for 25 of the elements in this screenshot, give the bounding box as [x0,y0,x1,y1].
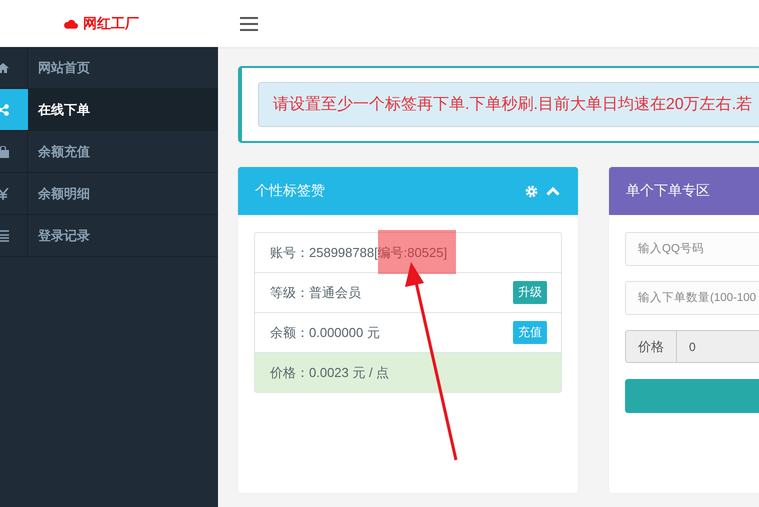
sidebar-item[interactable]: 余额明细 [0,173,218,215]
cloud-icon [63,18,78,29]
menu-icon[interactable] [240,16,258,30]
card-title: 单个下单专区 [626,182,710,200]
home-icon [0,62,9,74]
brand-name[interactable]: 网红工厂 [83,14,139,32]
card-title: 个性标签赞 [255,182,325,200]
notice-text: 请设置至少一个标签再下单.下单秒刷.目前大单日均速在20万左右.若 [258,82,759,127]
sidebar-item[interactable]: 在线下单 [0,89,218,131]
settings-icon[interactable] [525,184,538,198]
share-icon [0,104,9,116]
yen-icon [0,188,9,200]
input-field[interactable]: 输入下单数量(100-100 [625,281,759,315]
info-text: 等级：普通会员 [270,284,361,302]
list-icon [0,230,9,242]
action-button[interactable]: 升级 [513,281,547,304]
info-text: 余额：0.000000 元 [270,324,380,342]
sidebar-item[interactable]: 余额充值 [0,131,218,173]
input-field[interactable]: 输入QQ号码 [625,232,759,266]
price-label: 价格 [625,330,677,363]
price-field[interactable]: 0 [677,330,759,363]
chevron-up-icon[interactable] [546,186,560,196]
info-text: 价格：0.0023 元 / 点 [270,364,390,382]
sidebar-item[interactable]: 登录记录 [0,215,218,257]
bag-icon [0,146,9,158]
